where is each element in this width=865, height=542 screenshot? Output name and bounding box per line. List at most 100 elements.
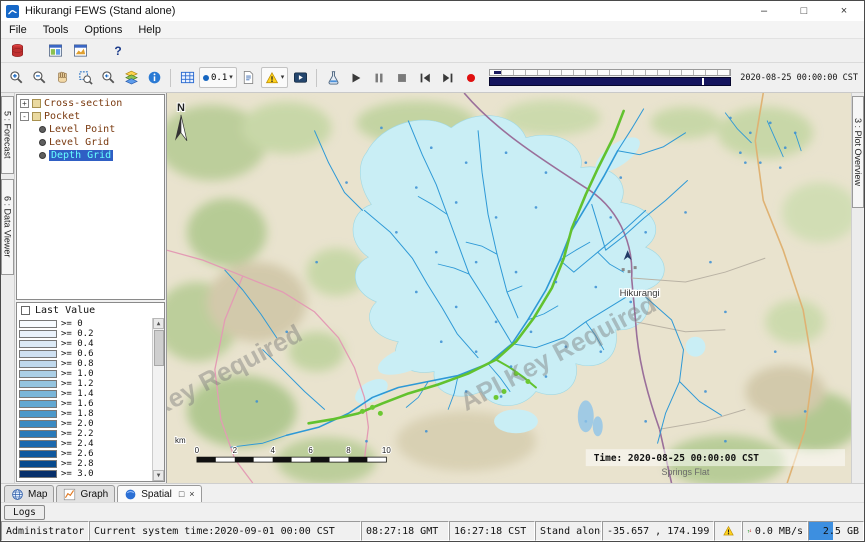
legend-scrollbar[interactable]: ▲ ▼ (152, 318, 164, 481)
interval-dropdown[interactable]: 0.1 ▾ (199, 67, 237, 88)
display-window-button[interactable] (69, 40, 91, 61)
pan-button[interactable] (51, 67, 73, 88)
legend-label: >= 1.6 (61, 399, 94, 409)
legend-label: >= 2.0 (61, 419, 94, 429)
tree-item-cross-section[interactable]: + Cross-section (17, 97, 164, 110)
legend-row: >= 0 (19, 319, 152, 329)
zoom-out-button[interactable] (28, 67, 50, 88)
main-area: 5 : Forecast 6 : Data Viewer + Cross-sec… (1, 93, 864, 483)
legend-label: >= 1.4 (61, 389, 94, 399)
legend-label: >= 0.6 (61, 349, 94, 359)
legend-swatch (19, 390, 57, 398)
window-controls: – □ × (744, 1, 864, 21)
expand-plus-icon[interactable]: + (20, 99, 29, 108)
toolbar-separator (170, 69, 171, 87)
status-local-time: 16:27:18 CST (449, 521, 535, 541)
explorer-icon (48, 43, 63, 58)
map-canvas[interactable]: Hikurangi Springs Flat API Key Required … (167, 93, 851, 483)
layers-button[interactable] (120, 67, 142, 88)
menu-help[interactable]: Help (130, 24, 169, 36)
chevron-down-icon: ▾ (229, 74, 233, 81)
zoom-box-button[interactable] (74, 67, 96, 88)
database-button[interactable] (6, 40, 28, 61)
collapse-minus-icon[interactable]: - (20, 112, 29, 121)
legend-row: >= 2.8 (19, 459, 152, 469)
title-bar: Hikurangi FEWS (Stand alone) – □ × (1, 1, 864, 21)
tree-item-label: Pocket (44, 111, 80, 122)
tree-item-label: Cross-section (44, 98, 122, 109)
zoom-previous-button[interactable] (97, 67, 119, 88)
restore-pane-icon[interactable]: □ (179, 489, 184, 499)
tree-item-pocket[interactable]: - Pocket (17, 110, 164, 123)
minimize-button[interactable]: – (744, 1, 784, 21)
legend-body: >= 0>= 0.2>= 0.4>= 0.6>= 0.8>= 1.0>= 1.2… (17, 318, 164, 481)
timeline-track[interactable] (489, 69, 731, 76)
record-button[interactable] (460, 67, 482, 88)
close-button[interactable]: × (824, 1, 864, 21)
north-label: N (177, 102, 185, 114)
pause-icon (372, 71, 386, 85)
step-forward-button[interactable] (437, 67, 459, 88)
animation-export-button[interactable] (289, 67, 311, 88)
legend-header: Last Value (17, 303, 164, 318)
timeline-slider[interactable] (489, 69, 731, 86)
scroll-thumb[interactable] (154, 330, 164, 366)
tree-item-label: Level Point (49, 124, 115, 135)
stop-button[interactable] (391, 67, 413, 88)
legend-row: >= 0.8 (19, 359, 152, 369)
tab-forecast[interactable]: 5 : Forecast (1, 96, 14, 174)
help-button[interactable]: ? (107, 40, 129, 61)
step-back-button[interactable] (414, 67, 436, 88)
profile-tool-button[interactable] (322, 67, 344, 88)
legend-label: >= 3.0 (61, 469, 94, 479)
layer-group-icon (32, 112, 41, 121)
pan-hand-icon (55, 70, 70, 85)
explorer-button[interactable] (44, 40, 66, 61)
info-button[interactable] (143, 67, 165, 88)
timeline-range-bar[interactable] (489, 77, 731, 86)
tree-item-level-grid[interactable]: Level Grid (17, 136, 164, 149)
tab-spatial[interactable]: Spatial □ × (117, 485, 201, 502)
tab-plot-overview[interactable]: 3 : Plot Overview (852, 96, 864, 208)
legend-label: >= 0.2 (61, 329, 94, 339)
logs-button[interactable]: Logs (4, 505, 45, 520)
menu-file[interactable]: File (1, 24, 35, 36)
timeline-marker[interactable] (494, 71, 501, 74)
grid-icon (180, 70, 195, 85)
tree-item-level-point[interactable]: Level Point (17, 123, 164, 136)
main-toolbar: ? (1, 39, 864, 63)
legend-swatch (19, 430, 57, 438)
grid-display-button[interactable] (176, 67, 198, 88)
record-icon (464, 71, 478, 85)
step-back-icon (418, 71, 432, 85)
legend-title: Last Value (35, 305, 95, 316)
play-button[interactable] (345, 67, 367, 88)
tab-data-viewer[interactable]: 6 : Data Viewer (1, 179, 14, 275)
menu-tools[interactable]: Tools (35, 24, 77, 36)
legend-row: >= 0.2 (19, 329, 152, 339)
scroll-down-icon[interactable]: ▼ (153, 470, 164, 481)
close-pane-icon[interactable]: × (189, 489, 194, 499)
globe-icon (11, 488, 24, 501)
pause-button[interactable] (368, 67, 390, 88)
last-value-checkbox[interactable] (21, 306, 30, 315)
status-warning[interactable] (714, 521, 742, 541)
zoom-in-button[interactable] (5, 67, 27, 88)
legend-swatch (19, 380, 57, 388)
tree-item-depth-grid[interactable]: Depth Grid (17, 149, 164, 162)
menu-options[interactable]: Options (76, 24, 130, 36)
layers-icon (124, 70, 139, 85)
status-system-time: Current system time:2020-09-01 00:00 CST (89, 521, 361, 541)
document-button[interactable] (238, 67, 260, 88)
maximize-button[interactable]: □ (784, 1, 824, 21)
tab-graph[interactable]: Graph (56, 485, 115, 502)
view-tab-bar: Map Graph Spatial □ × (1, 483, 864, 502)
tab-map[interactable]: Map (4, 485, 54, 502)
legend-row: >= 1.2 (19, 379, 152, 389)
scroll-up-icon[interactable]: ▲ (153, 318, 164, 329)
legend-swatch (19, 360, 57, 368)
layer-node-icon (39, 126, 46, 133)
info-icon (147, 70, 162, 85)
warning-dropdown[interactable]: ▾ (261, 67, 289, 88)
memory-value: 2.5 GB (823, 526, 859, 537)
